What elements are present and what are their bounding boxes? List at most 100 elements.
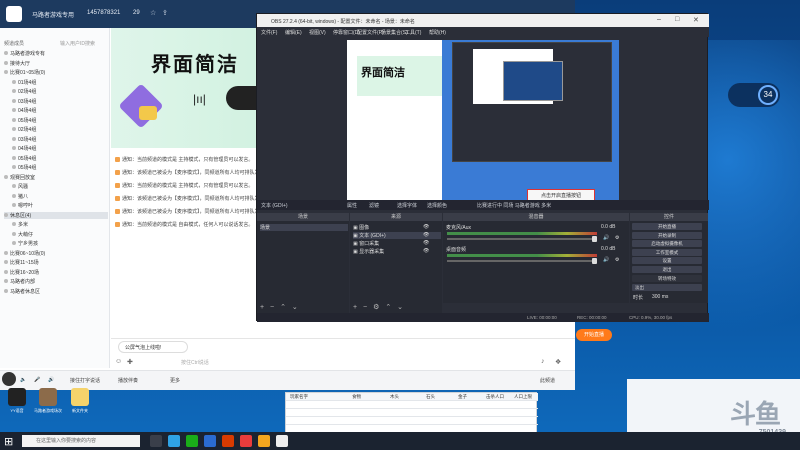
channel-search-button[interactable]: 此频道: [540, 377, 555, 384]
control-button[interactable]: 工作室模式: [632, 248, 702, 256]
control-button[interactable]: 开始直播: [632, 223, 702, 230]
channel-tree-item[interactable]: 05场4组: [4, 155, 36, 162]
minimize-button[interactable]: –: [657, 16, 661, 23]
gift-icon[interactable]: ❖: [555, 358, 561, 366]
share-icon[interactable]: ⇪: [162, 9, 168, 17]
channel-tree-item[interactable]: 01场4组: [4, 79, 36, 86]
close-button[interactable]: ✕: [693, 16, 699, 24]
obs-menu-item[interactable]: 场景集合(S): [381, 29, 408, 36]
channel-tree-item[interactable]: 04场4组: [4, 107, 36, 114]
channel-tree-item[interactable]: 02场4组: [4, 126, 36, 133]
voice-icon[interactable]: ♪: [541, 358, 545, 365]
sheet-row[interactable]: [286, 417, 538, 425]
speaker-icon[interactable]: 🔊: [603, 235, 609, 241]
gear-icon[interactable]: ⚙: [615, 257, 619, 263]
windows-start-icon[interactable]: ⊞: [4, 435, 13, 448]
volume-slider-knob[interactable]: [592, 236, 597, 242]
speaker-icon[interactable]: 🔈: [20, 377, 26, 383]
mic-icon[interactable]: 🎤: [34, 377, 40, 383]
control-button[interactable]: 退出: [632, 265, 702, 273]
app-icon-1[interactable]: [168, 435, 180, 447]
channel-tree-item[interactable]: 大萌仔: [4, 231, 33, 238]
channel-tree-item[interactable]: 休息区(4): [4, 211, 108, 219]
channel-tree-item[interactable]: 观赛回放室: [4, 174, 35, 181]
scene-item[interactable]: 场景: [260, 224, 348, 231]
yy-start-live-button[interactable]: 开始直播: [576, 329, 612, 341]
source-item[interactable]: ▣ 文本 (GDI+) 👁: [353, 232, 441, 239]
channel-tree-item[interactable]: 马路者游戏专有: [4, 50, 45, 57]
channel-tree-item[interactable]: 比赛16~20场: [4, 269, 39, 276]
chat-input-placeholder[interactable]: 按住Ctrl说话: [181, 359, 209, 366]
channel-tree-item[interactable]: 马路者休息区: [4, 288, 40, 295]
member-search-input[interactable]: 输入用户ID搜索: [60, 40, 95, 47]
remove-source-icon[interactable]: −: [363, 304, 367, 311]
star-icon[interactable]: ☆: [150, 9, 156, 17]
emoji-icon[interactable]: ☺: [115, 358, 122, 365]
maximize-button[interactable]: □: [675, 16, 679, 23]
speaker-icon[interactable]: 🔊: [603, 257, 609, 263]
move-up-icon[interactable]: ⌃: [385, 304, 391, 311]
obs-menu-item[interactable]: 配置文件(P): [357, 29, 384, 36]
control-button[interactable]: 开始录制: [632, 231, 702, 239]
channel-tree-item[interactable]: 比赛06~10场(0): [4, 250, 45, 257]
source-item[interactable]: ▣ 窗口采集 👁: [353, 240, 429, 247]
taskbar-search-input[interactable]: 在这里输入你要搜索的内容: [22, 435, 140, 447]
obs-taskbar-icon[interactable]: [276, 435, 288, 447]
obs-menu-item[interactable]: 工具(T): [405, 29, 421, 36]
wps-icon[interactable]: [222, 435, 234, 447]
visibility-icon[interactable]: 👁: [423, 240, 429, 246]
move-down-icon[interactable]: ⌄: [397, 304, 403, 311]
channel-tree-item[interactable]: 马路者内部: [4, 278, 35, 285]
channel-tree-item[interactable]: 猪八: [4, 193, 28, 200]
gear-icon[interactable]: ⚙: [615, 235, 619, 241]
channel-tree-item[interactable]: 比赛11~15场: [4, 259, 39, 266]
wechat-icon[interactable]: [186, 435, 198, 447]
sheet-row[interactable]: [286, 401, 538, 409]
obs-menu-item[interactable]: 视图(V): [309, 29, 326, 36]
source-item[interactable]: ▣ 图像 👁: [353, 224, 429, 231]
game-icon[interactable]: ✚: [127, 358, 133, 366]
obs-preview[interactable]: 界面简洁 点击开启直播按钮: [347, 40, 619, 208]
visibility-icon[interactable]: 👁: [423, 248, 429, 254]
channel-tree-item[interactable]: 03场4组: [4, 98, 36, 105]
channel-tree-item[interactable]: 多米: [4, 221, 28, 228]
move-up-icon[interactable]: ⌃: [280, 304, 286, 311]
channel-tree-item[interactable]: 宁乡男孩: [4, 240, 38, 247]
channel-tree-item[interactable]: 风骚: [4, 183, 28, 190]
duration-field[interactable]: 300 ms: [652, 294, 668, 300]
obs-menu-item[interactable]: 停靠窗口(D): [333, 29, 360, 36]
font-button[interactable]: 选择字体: [397, 202, 417, 209]
volume-icon[interactable]: 🔊: [48, 377, 54, 383]
gear-icon[interactable]: ⚙: [373, 304, 379, 311]
task-view-icon[interactable]: [150, 435, 162, 447]
play-accompaniment-button[interactable]: 播放伴奏: [118, 377, 138, 384]
add-scene-icon[interactable]: +: [260, 304, 264, 311]
speak-mode-button[interactable]: 接住打字说话: [70, 377, 100, 384]
app-icon-4[interactable]: [258, 435, 270, 447]
color-button[interactable]: 选择颜色: [427, 202, 447, 209]
app-icon-2[interactable]: [204, 435, 216, 447]
text-content-field[interactable]: 比赛进行中 同场 马路者游戏 多米: [477, 202, 551, 209]
visibility-icon[interactable]: 👁: [423, 232, 429, 238]
volume-slider[interactable]: [447, 236, 597, 242]
sheet-row[interactable]: [286, 409, 538, 417]
channel-tree-item[interactable]: 05场4组: [4, 117, 36, 124]
obs-menu-item[interactable]: 帮助(H): [429, 29, 446, 36]
volume-slider-knob[interactable]: [592, 258, 597, 264]
obs-menu-item[interactable]: 编辑(E): [285, 29, 302, 36]
app-icon-3[interactable]: [240, 435, 252, 447]
filters-button[interactable]: 滤镜: [369, 202, 379, 209]
desktop-icon-folder[interactable]: 新文件夹: [66, 388, 94, 414]
control-button[interactable]: 启动虚拟摄像机: [632, 240, 702, 247]
channel-tree-item[interactable]: 03场4组: [4, 136, 36, 143]
volume-slider[interactable]: [447, 258, 597, 264]
channel-tree-item[interactable]: 02场4组: [4, 88, 36, 95]
channel-tree-item[interactable]: 嗯哼叶: [4, 202, 33, 209]
source-item[interactable]: ▣ 显示器采集 👁: [353, 248, 429, 255]
channel-tree-item[interactable]: 比赛01~05场(0): [4, 69, 45, 76]
control-button[interactable]: 设置: [632, 257, 702, 264]
system-monitor-widget[interactable]: 34: [728, 83, 780, 107]
remove-scene-icon[interactable]: −: [270, 304, 274, 311]
channel-tree-item[interactable]: 04场4组: [4, 145, 36, 152]
more-button[interactable]: 更多: [170, 377, 180, 384]
